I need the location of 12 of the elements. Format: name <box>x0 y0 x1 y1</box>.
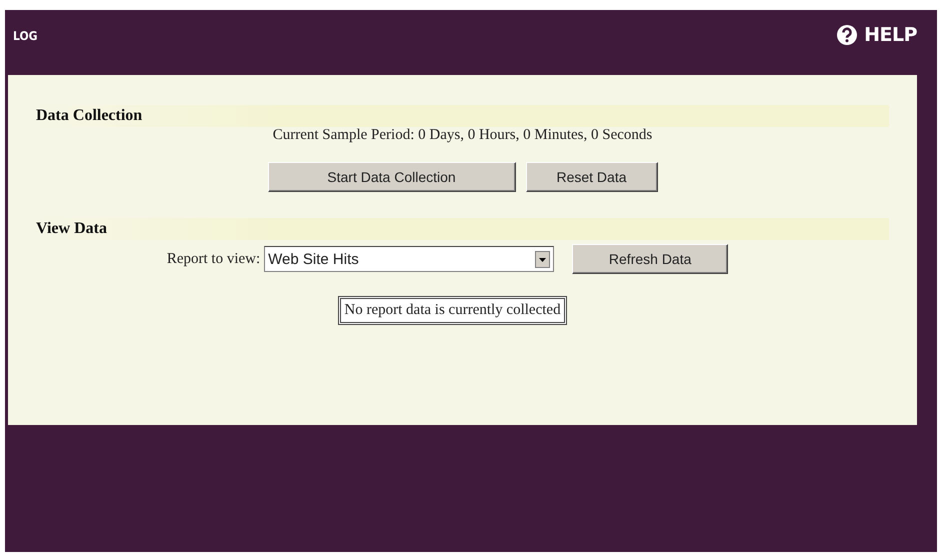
page-title: LOG <box>13 29 38 43</box>
status-message: No report data is currently collected <box>338 296 567 325</box>
help-icon <box>836 24 858 46</box>
sample-period-text: Current Sample Period: 0 Days, 0 Hours, 0 Minutes, 0 Seconds <box>272 127 652 144</box>
refresh-button[interactable]: Refresh Data <box>572 244 728 274</box>
action-button[interactable]: Start Data Collection <box>268 162 516 192</box>
report-dropdown[interactable]: Web Site Hits <box>264 246 554 272</box>
help-link[interactable]: HELP <box>836 24 917 46</box>
section-heading: Data Collection <box>36 107 142 124</box>
report-label: Report to view: <box>166 250 260 268</box>
action-button[interactable]: Reset Data <box>526 162 658 192</box>
section-heading: View Data <box>36 220 107 237</box>
